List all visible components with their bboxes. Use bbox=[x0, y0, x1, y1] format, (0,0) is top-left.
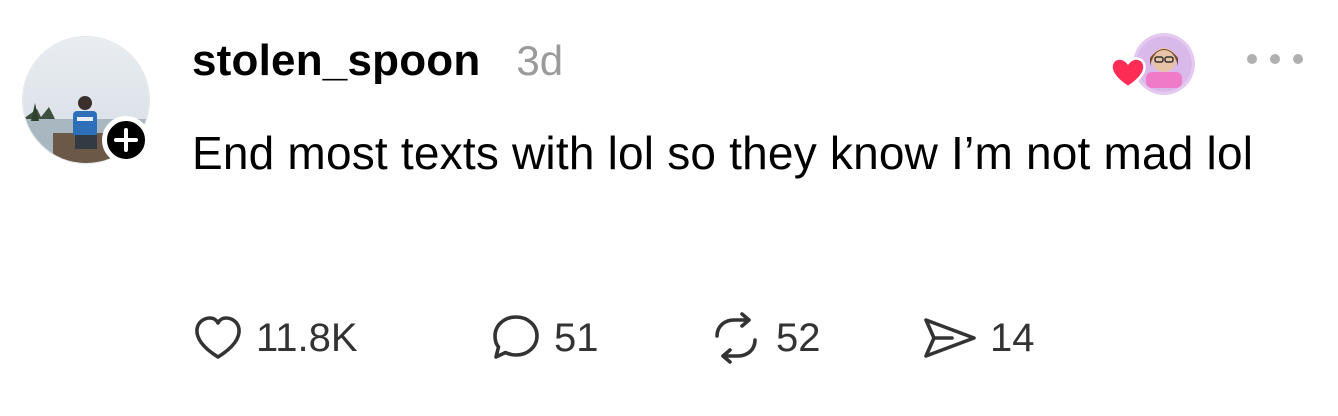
heart-filled-icon bbox=[1110, 57, 1146, 89]
reply-button[interactable]: 51 bbox=[490, 313, 708, 363]
ellipsis-icon bbox=[1247, 54, 1303, 64]
like-count: 11.8K bbox=[256, 315, 358, 360]
post-text: End most texts with lol so they know I’m… bbox=[192, 127, 1254, 179]
share-count: 14 bbox=[990, 315, 1035, 360]
repost-button[interactable]: 52 bbox=[708, 312, 922, 364]
follow-button[interactable] bbox=[102, 116, 150, 164]
share-button[interactable]: 14 bbox=[922, 314, 1035, 362]
reply-count: 51 bbox=[554, 315, 599, 360]
heart-outline-icon bbox=[195, 316, 241, 359]
post-timestamp[interactable]: 3d bbox=[516, 37, 563, 85]
repost-arrows-icon bbox=[715, 312, 757, 364]
repost-count: 52 bbox=[776, 315, 821, 360]
paper-plane-icon bbox=[924, 318, 976, 358]
author-avatar-wrapper[interactable] bbox=[22, 36, 152, 166]
speech-bubble-icon bbox=[493, 315, 539, 359]
like-button[interactable]: 11.8K bbox=[192, 314, 490, 362]
username-link[interactable]: stolen_spoon bbox=[192, 36, 480, 86]
action-bar: 11.8K 51 52 14 bbox=[192, 308, 1035, 368]
more-options-button[interactable] bbox=[1242, 44, 1308, 74]
post-header: stolen_spoon 3d bbox=[192, 36, 563, 92]
liked-by-indicator[interactable] bbox=[1108, 34, 1194, 94]
plus-icon bbox=[114, 128, 138, 152]
